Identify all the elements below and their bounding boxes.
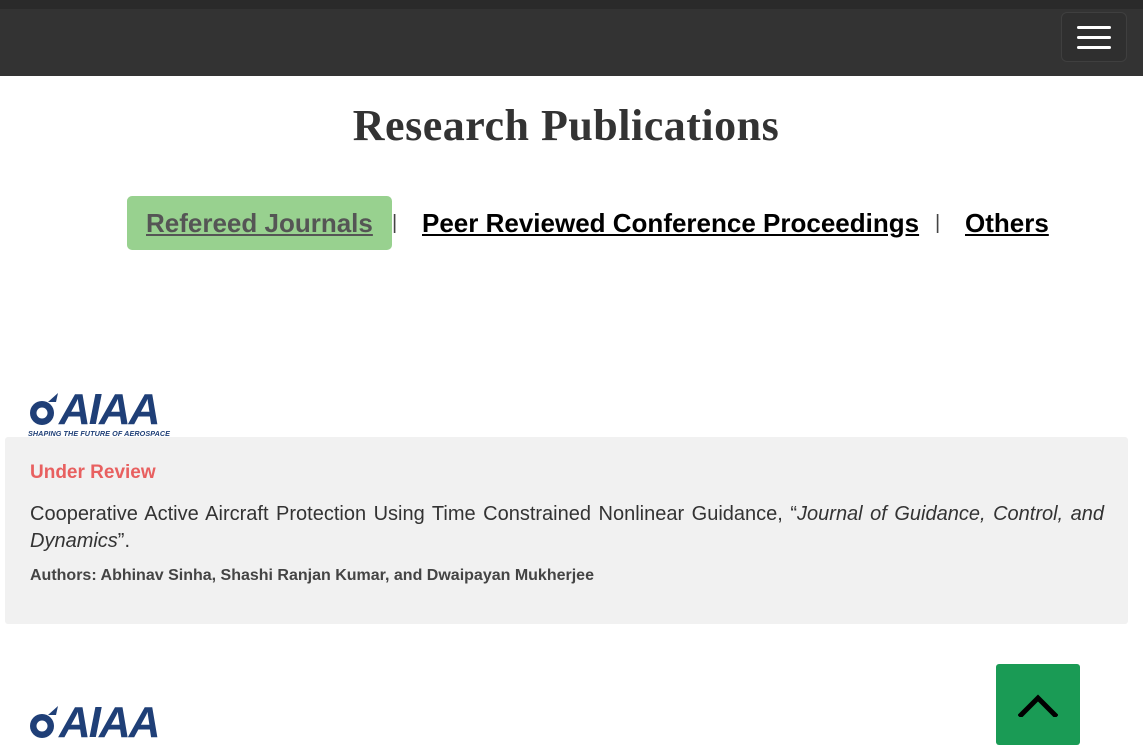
aiaa-wordmark: AIAA	[59, 698, 161, 745]
hamburger-menu-icon-bar	[1077, 36, 1111, 39]
tab-others[interactable]: Others	[965, 196, 1049, 250]
scroll-to-top-button[interactable]	[996, 664, 1080, 745]
aiaa-wordmark: AIAA	[59, 385, 161, 434]
aiaa-globe-icon	[30, 706, 58, 738]
tab-separator: |	[935, 212, 941, 234]
hamburger-menu-button[interactable]	[1061, 12, 1127, 62]
navbar-top-strip	[0, 0, 1143, 9]
page-title: Research Publications	[352, 101, 780, 150]
aiaa-globe-icon	[30, 393, 58, 425]
aiaa-logo: AIAA	[27, 699, 183, 745]
tab-separator: |	[392, 212, 398, 234]
citation-suffix: ”.	[117, 530, 131, 552]
aiaa-logo: AIAA SHAPING THE FUTURE OF AEROSPACE	[27, 385, 183, 439]
chevron-up-icon	[1018, 694, 1058, 717]
publication-tabs: Refereed Journals | Peer Reviewed Confer…	[0, 196, 1143, 250]
publication-status: Under Review	[30, 462, 156, 483]
tab-refereed-journals[interactable]: Refereed Journals	[127, 196, 392, 250]
publication-card: Under Review Cooperative Active Aircraft…	[5, 437, 1128, 624]
top-navbar	[0, 0, 1143, 76]
publication-title: Cooperative Active Aircraft Protection U…	[30, 503, 798, 525]
hamburger-menu-icon-bar	[1077, 46, 1111, 49]
tab-peer-reviewed-conference-proceedings[interactable]: Peer Reviewed Conference Proceedings	[422, 196, 919, 250]
publication-authors: Authors: Abhinav Sinha, Shashi Ranjan Ku…	[30, 567, 594, 584]
hamburger-menu-icon	[1077, 26, 1111, 29]
publication-citation: Cooperative Active Aircraft Protection U…	[30, 501, 1104, 555]
